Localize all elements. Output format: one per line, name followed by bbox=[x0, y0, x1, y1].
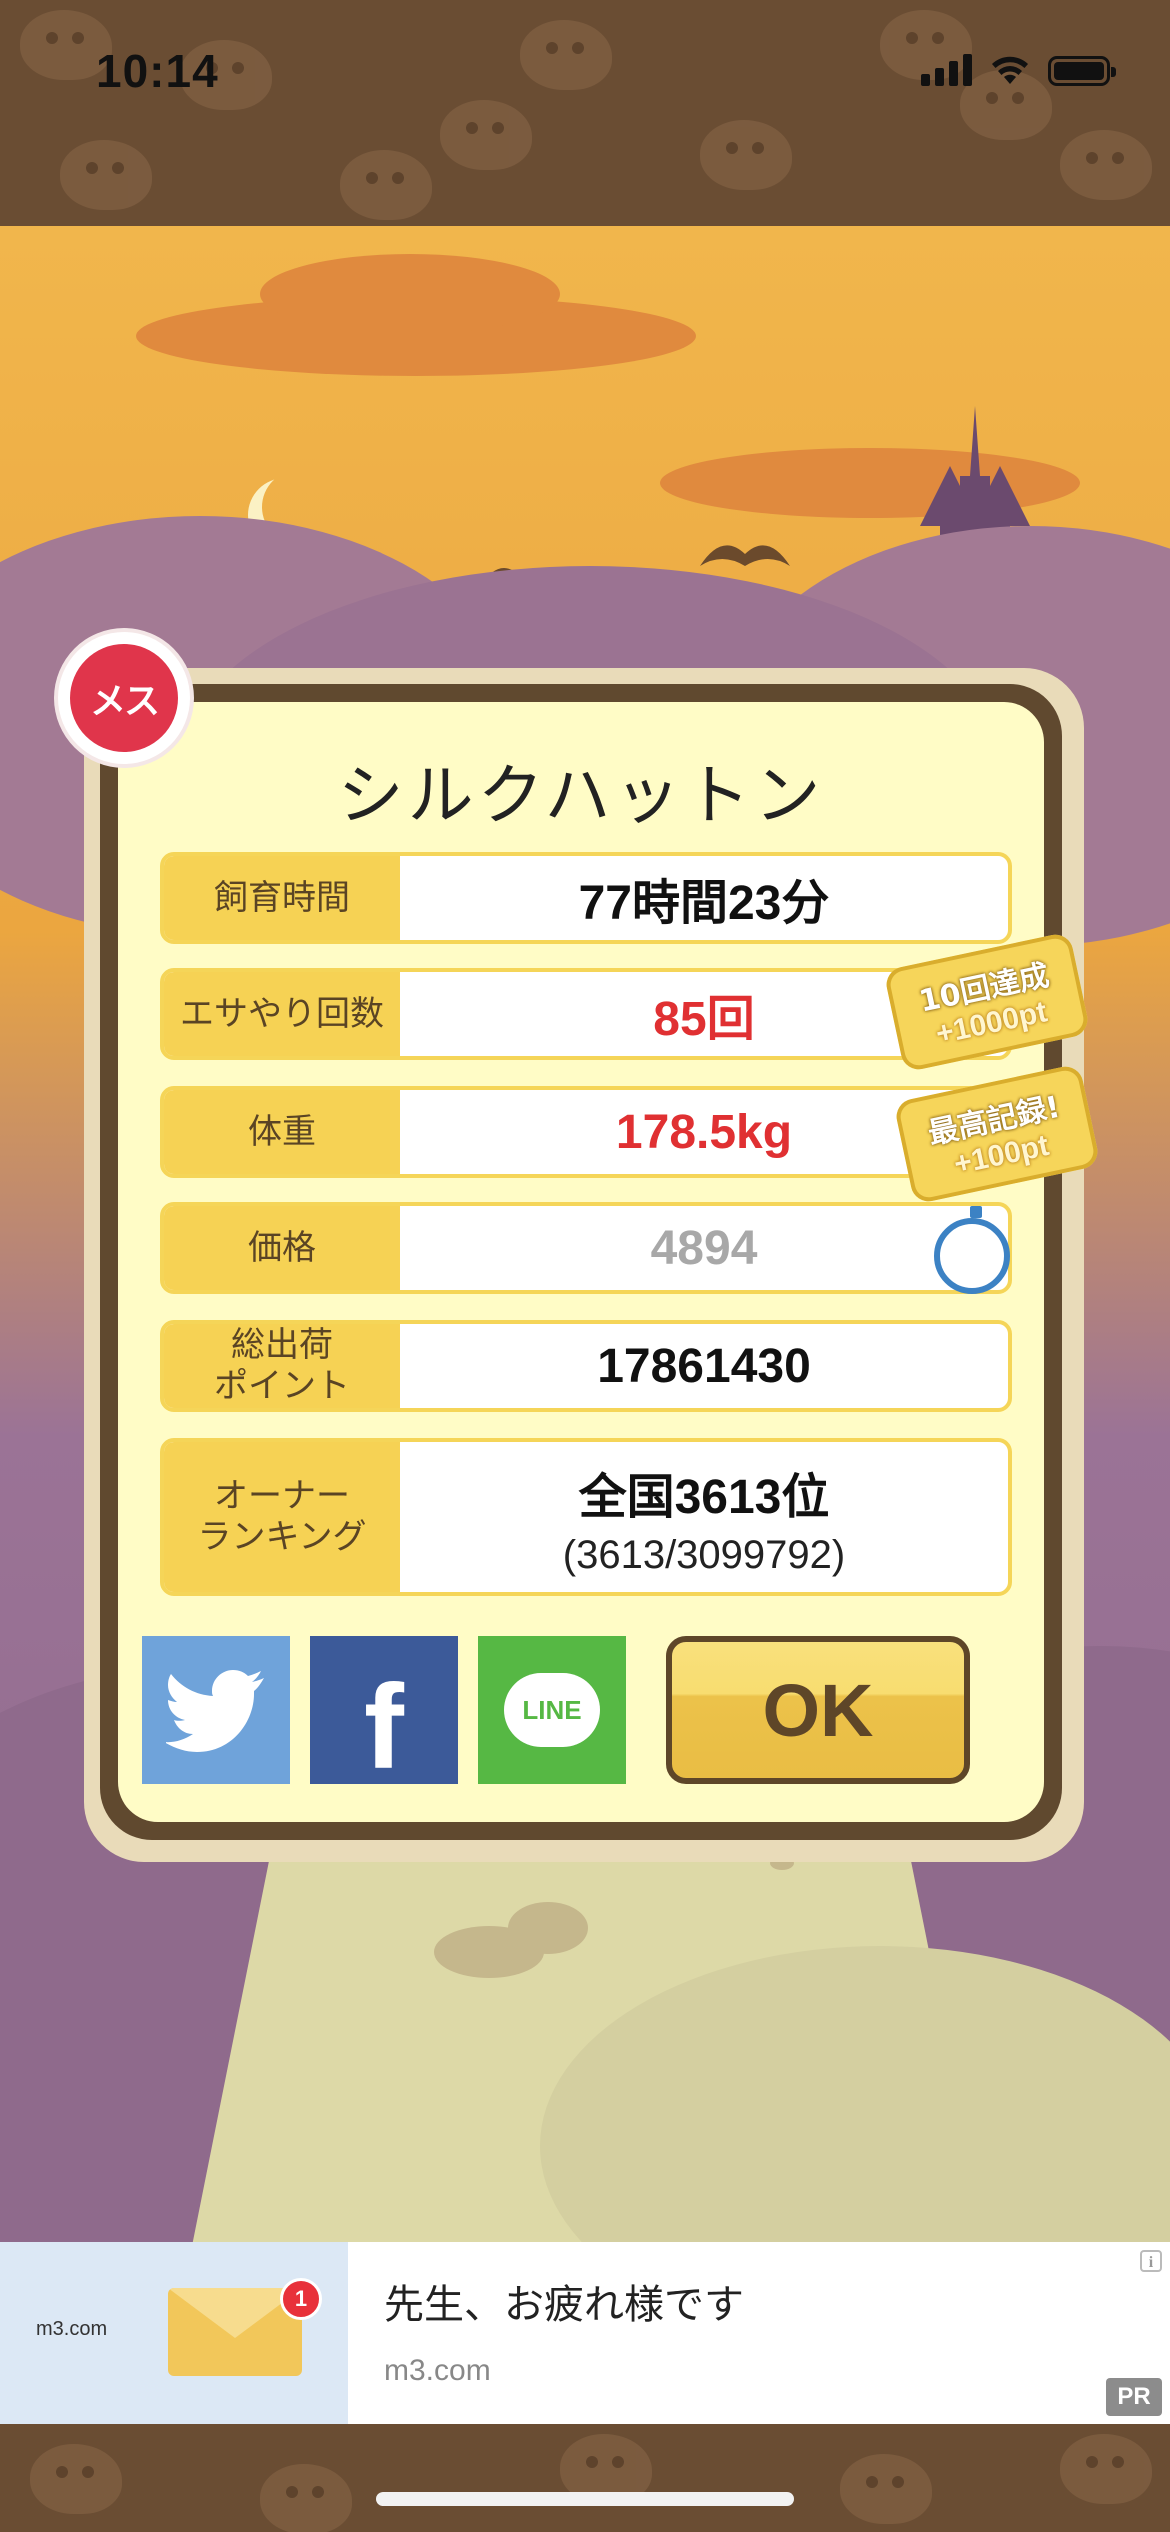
pet-name: シルクハットン bbox=[337, 757, 825, 834]
status-icons bbox=[921, 52, 1116, 86]
gender-label: メス bbox=[89, 681, 160, 722]
pattern-blob bbox=[340, 150, 432, 220]
ad-image: m3.com 1 bbox=[0, 2242, 348, 2424]
stat-value: 4894 bbox=[650, 1221, 758, 1275]
ad-brand-logo: m3.com bbox=[36, 2318, 108, 2340]
bottom-pattern-band bbox=[0, 2424, 1170, 2532]
stat-value: 77時間23分 bbox=[578, 877, 830, 930]
facebook-icon: f bbox=[364, 1660, 404, 1794]
stat-label: 価格 bbox=[164, 1206, 400, 1290]
ok-button[interactable]: OK bbox=[666, 1636, 970, 1784]
dialog-body: シルクハットン 飼育時間 77時間23分 エサやり回数 85回 体重 178.5… bbox=[118, 702, 1044, 1822]
status-time: 10:14 bbox=[96, 45, 219, 97]
female-symbol-icon: メス bbox=[70, 644, 178, 752]
stat-label: 総出荷 ポイント bbox=[164, 1324, 400, 1408]
stat-label: エサやり回数 bbox=[164, 972, 400, 1056]
ad-domain: m3.com bbox=[384, 2354, 491, 2387]
pet-result-dialog: シルクハットン 飼育時間 77時間23分 エサやり回数 85回 体重 178.5… bbox=[100, 684, 1062, 1840]
home-indicator[interactable] bbox=[376, 2492, 794, 2506]
notification-badge: 1 bbox=[280, 2278, 322, 2320]
pattern-blob bbox=[840, 2454, 932, 2524]
stat-label: 体重 bbox=[164, 1090, 400, 1174]
facebook-share-button[interactable]: f bbox=[310, 1636, 458, 1794]
ranking-detail: (3613/3099792) bbox=[562, 1532, 846, 1577]
pebble bbox=[508, 1902, 588, 1954]
cloud bbox=[260, 254, 560, 334]
stat-label: オーナー ランキング bbox=[164, 1442, 400, 1592]
stopwatch-icon bbox=[934, 1206, 1010, 1294]
stat-row-feeding-time: 飼育時間 77時間23分 bbox=[160, 852, 1012, 944]
pattern-blob bbox=[1060, 130, 1152, 200]
cellular-signal-icon bbox=[921, 52, 972, 86]
ad-info-icon[interactable]: i bbox=[1140, 2250, 1162, 2272]
stat-row-feed-count: エサやり回数 85回 bbox=[160, 968, 1012, 1060]
top-pattern-band bbox=[0, 0, 1170, 226]
pattern-blob bbox=[520, 20, 612, 90]
female-badge: メス bbox=[58, 632, 190, 764]
line-share-button[interactable]: LINE bbox=[478, 1636, 626, 1784]
stat-row-owner-ranking: オーナー ランキング 全国3613位 (3613/3099792) bbox=[160, 1438, 1012, 1596]
twitter-bird-icon bbox=[166, 1670, 264, 1752]
stat-row-price: 価格 4894 bbox=[160, 1202, 1012, 1294]
bat-icon bbox=[700, 545, 790, 566]
pattern-blob bbox=[700, 120, 792, 190]
line-icon-label: LINE bbox=[522, 1694, 582, 1725]
pattern-blob bbox=[30, 2444, 122, 2514]
pattern-blob bbox=[1060, 2434, 1152, 2504]
ad-pr-badge: PR bbox=[1106, 2378, 1162, 2416]
stat-row-weight: 体重 178.5kg bbox=[160, 1086, 1012, 1178]
stat-label: 飼育時間 bbox=[164, 856, 400, 940]
battery-icon bbox=[1048, 56, 1116, 86]
ad-title: 先生、お疲れ様です bbox=[384, 2282, 744, 2328]
line-icon: LINE bbox=[504, 1673, 600, 1747]
ad-banner[interactable]: m3.com 1 先生、お疲れ様です m3.com i PR bbox=[0, 2242, 1170, 2424]
pattern-blob bbox=[60, 140, 152, 210]
ranking-national: 全国3613位 bbox=[578, 1470, 830, 1524]
ranking-values: 全国3613位 (3613/3099792) bbox=[400, 1442, 1008, 1592]
stat-value: 17861430 bbox=[597, 1339, 811, 1393]
pattern-blob bbox=[260, 2464, 352, 2532]
twitter-share-button[interactable] bbox=[142, 1636, 290, 1784]
stat-row-shipping-points: 総出荷 ポイント 17861430 bbox=[160, 1320, 1012, 1412]
pattern-blob bbox=[440, 100, 532, 170]
wifi-icon bbox=[992, 56, 1028, 84]
